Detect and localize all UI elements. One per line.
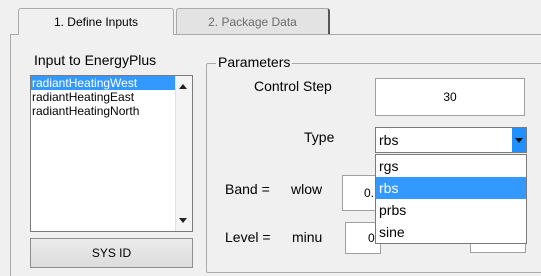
wlow-label: wlow bbox=[291, 181, 323, 197]
type-select[interactable]: rbs bbox=[375, 127, 527, 153]
scroll-down-icon[interactable] bbox=[179, 218, 187, 223]
input-list-title: Input to EnergyPlus bbox=[34, 52, 157, 68]
list-item[interactable]: radiantHeatingWest bbox=[31, 76, 176, 90]
control-step-field[interactable]: 30 bbox=[375, 78, 525, 116]
level-label: Level = bbox=[225, 229, 271, 245]
listbox-scrollbar[interactable] bbox=[175, 76, 192, 231]
dropdown-option[interactable]: rbs bbox=[376, 177, 526, 199]
list-item[interactable]: radiantHeatingNorth bbox=[31, 104, 192, 118]
type-label: Type bbox=[304, 129, 335, 145]
dropdown-option[interactable]: rgs bbox=[376, 155, 526, 177]
dropdown-arrow-button[interactable] bbox=[512, 128, 526, 152]
tab-define-inputs[interactable]: 1. Define Inputs bbox=[18, 8, 174, 35]
input-listbox[interactable]: radiantHeatingWest radiantHeatingEast ra… bbox=[30, 75, 193, 232]
type-select-value: rbs bbox=[379, 132, 399, 148]
chevron-down-icon bbox=[515, 137, 523, 143]
dropdown-option[interactable]: prbs bbox=[376, 199, 526, 221]
minu-label: minu bbox=[292, 229, 323, 245]
dropdown-option[interactable]: sine bbox=[376, 221, 526, 243]
type-dropdown-list[interactable]: rgs rbs prbs sine bbox=[375, 154, 527, 244]
parameters-title: Parameters bbox=[216, 54, 293, 70]
tab-package-data[interactable]: 2. Package Data bbox=[176, 8, 330, 34]
list-item[interactable]: radiantHeatingEast bbox=[31, 90, 192, 104]
control-step-label: Control Step bbox=[254, 78, 332, 94]
band-label: Band = bbox=[225, 181, 270, 197]
scroll-up-icon[interactable] bbox=[179, 84, 187, 89]
sys-id-button[interactable]: SYS ID bbox=[30, 238, 193, 268]
